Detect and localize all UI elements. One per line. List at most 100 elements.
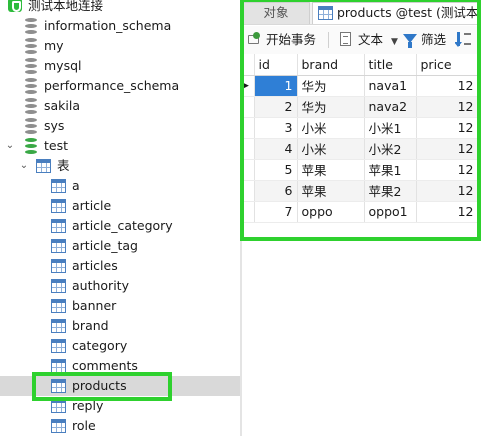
tree-table-a[interactable]: a: [0, 176, 240, 196]
table-label: banner: [72, 298, 117, 313]
document-icon: [340, 32, 351, 46]
cell-brand[interactable]: 华为: [297, 96, 365, 118]
cell-price[interactable]: 12: [416, 96, 479, 118]
table-icon: [318, 6, 333, 20]
cell-title[interactable]: nava1: [364, 75, 417, 97]
tree-table-role[interactable]: role: [0, 416, 240, 436]
column-header-brand[interactable]: brand: [297, 54, 365, 76]
cell-brand[interactable]: 小米: [297, 117, 365, 139]
database-icon: [25, 18, 37, 34]
cell-price[interactable]: 12: [416, 180, 479, 202]
cell-id[interactable]: 7: [254, 201, 298, 223]
text-view-button[interactable]: 文本 ▼: [340, 30, 398, 50]
table-row[interactable]: 2 华为 nava2 12: [242, 96, 479, 118]
database-label: performance_schema: [44, 78, 180, 93]
cell-id[interactable]: 5: [254, 159, 298, 181]
cell-brand[interactable]: 华为: [297, 75, 365, 97]
table-row[interactable]: 6 苹果 苹果2 12: [242, 180, 479, 202]
table-icon: [51, 179, 66, 193]
navigator-tree: 测试本地连接 information_schema my mysql perfo…: [0, 0, 240, 436]
cell-brand[interactable]: 苹果: [297, 159, 365, 181]
cell-brand[interactable]: oppo: [297, 201, 365, 223]
table-label: article_tag: [72, 238, 138, 253]
column-header-id[interactable]: id: [254, 54, 298, 76]
cell-price[interactable]: 12: [416, 159, 479, 181]
tree-table-banner[interactable]: banner: [0, 296, 240, 316]
column-header-title[interactable]: title: [364, 54, 417, 76]
table-icon: [51, 379, 66, 393]
tree-db-mysql[interactable]: mysql: [0, 56, 240, 76]
cell-id[interactable]: 2: [254, 96, 298, 118]
tree-table-products[interactable]: products: [0, 376, 240, 396]
cell-title[interactable]: 小米1: [364, 117, 417, 139]
cell-brand[interactable]: 小米: [297, 138, 365, 160]
table-label: authority: [72, 278, 129, 293]
cell-price[interactable]: 12: [416, 117, 479, 139]
tree-table-article-category[interactable]: article_category: [0, 216, 240, 236]
database-icon: [25, 98, 37, 114]
begin-transaction-button[interactable]: 开始事务: [248, 30, 316, 50]
row-marker: [242, 159, 255, 181]
chevron-down-icon[interactable]: ⌄: [18, 156, 30, 176]
table-label: role: [72, 418, 96, 433]
cell-title[interactable]: oppo1: [364, 201, 417, 223]
table-label: category: [72, 338, 128, 353]
tree-db-test[interactable]: ⌄ test: [0, 136, 240, 156]
tree-db-performance-schema[interactable]: performance_schema: [0, 76, 240, 96]
tree-table-category[interactable]: category: [0, 336, 240, 356]
cell-title[interactable]: 苹果2: [364, 180, 417, 202]
text-view-label: 文本: [358, 32, 384, 47]
tab-objects[interactable]: 对象: [242, 2, 310, 24]
begin-transaction-label: 开始事务: [266, 32, 317, 47]
cell-price[interactable]: 12: [416, 138, 479, 160]
tab-products[interactable]: products @test (测试本地: [312, 2, 481, 24]
table-row[interactable]: ▶ 1 华为 nava1 12: [242, 75, 479, 97]
table-row[interactable]: 5 苹果 苹果1 12: [242, 159, 479, 181]
tree-connection[interactable]: 测试本地连接: [0, 0, 240, 16]
database-icon: [25, 118, 37, 134]
tree-table-comments[interactable]: comments: [0, 356, 240, 376]
tree-table-brand[interactable]: brand: [0, 316, 240, 336]
tree-db-information-schema[interactable]: information_schema: [0, 16, 240, 36]
table-icon: [51, 399, 66, 413]
table-icon: [51, 359, 66, 373]
data-grid: id brand title price ▶ 1 华为 nava1 12 2 华…: [242, 54, 481, 234]
cell-id[interactable]: 3: [254, 117, 298, 139]
table-label: products: [72, 378, 127, 393]
cell-price[interactable]: 12: [416, 201, 479, 223]
cell-title[interactable]: 苹果1: [364, 159, 417, 181]
tree-db-sys[interactable]: sys: [0, 116, 240, 136]
cell-price[interactable]: 12: [416, 75, 479, 97]
chevron-down-icon[interactable]: ⌄: [4, 136, 16, 156]
row-marker: [242, 117, 255, 139]
row-marker: [242, 201, 255, 223]
table-label: article_category: [72, 218, 173, 233]
tree-db-my[interactable]: my: [0, 36, 240, 56]
cell-id[interactable]: 6: [254, 180, 298, 202]
table-row[interactable]: 7 oppo oppo1 12: [242, 201, 479, 223]
cell-id[interactable]: 4: [254, 138, 298, 160]
table-row[interactable]: 3 小米 小米1 12: [242, 117, 479, 139]
cell-title[interactable]: nava2: [364, 96, 417, 118]
cell-id[interactable]: 1: [254, 75, 298, 97]
table-label: brand: [72, 318, 109, 333]
table-label: comments: [72, 358, 138, 373]
transaction-icon: [248, 32, 260, 46]
tree-table-reply[interactable]: reply: [0, 396, 240, 416]
table-row[interactable]: 4 小米 小米2 12: [242, 138, 479, 160]
tree-table-article-tag[interactable]: article_tag: [0, 236, 240, 256]
cell-title[interactable]: 小米2: [364, 138, 417, 160]
table-icon: [51, 319, 66, 333]
database-label: sakila: [44, 98, 81, 113]
tree-tables-folder[interactable]: ⌄ 表: [0, 156, 240, 176]
database-icon: [25, 58, 37, 74]
tree-db-sakila[interactable]: sakila: [0, 96, 240, 116]
column-header-price[interactable]: price: [416, 54, 479, 76]
tree-table-articles[interactable]: articles: [0, 256, 240, 276]
tree-table-authority[interactable]: authority: [0, 276, 240, 296]
sort-icon: [455, 32, 462, 47]
tree-table-article[interactable]: article: [0, 196, 240, 216]
sort-button[interactable]: [455, 30, 481, 50]
filter-button[interactable]: 筛选: [403, 30, 446, 50]
cell-brand[interactable]: 苹果: [297, 180, 365, 202]
